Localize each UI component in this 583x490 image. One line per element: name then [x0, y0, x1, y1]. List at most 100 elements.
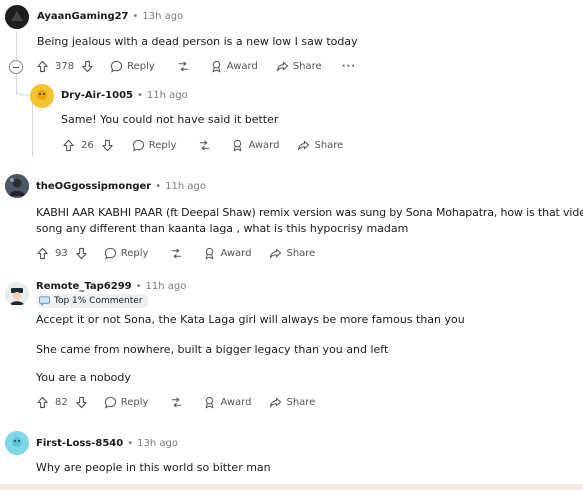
downvote-icon: [76, 247, 87, 259]
share-button[interactable]: Share: [276, 60, 322, 73]
share-to-button[interactable]: [170, 247, 183, 260]
comment-actions: 93 Reply Award Share: [36, 245, 315, 261]
share-label: Share: [314, 139, 344, 151]
comment-paragraph: Accept it or not Sona, the Kata Laga gir…: [36, 313, 465, 326]
flair-label: Top 1% Commenter: [54, 296, 143, 306]
award-button[interactable]: Award: [210, 60, 258, 73]
downvote-button[interactable]: [81, 60, 94, 73]
page-bottom-edge: [0, 484, 583, 490]
vote-count: 82: [55, 396, 68, 408]
comment-text: Why are people in this world so bitter m…: [36, 461, 271, 474]
share-to-button[interactable]: [177, 60, 190, 73]
comment-text: Being jealous with a dead person is a ne…: [37, 35, 358, 48]
vote-count: 93: [55, 247, 68, 259]
share-to-button[interactable]: [198, 139, 211, 152]
reply-connector: [16, 84, 30, 96]
timestamp[interactable]: 13h ago: [142, 11, 183, 22]
share-button[interactable]: Share: [297, 139, 343, 152]
comment-actions: 378 Reply Award Share ···: [36, 58, 356, 74]
award-label: Award: [226, 60, 258, 72]
downvote-button[interactable]: [75, 247, 88, 260]
award-button[interactable]: Award: [231, 139, 279, 152]
username[interactable]: First-Loss-8540: [36, 438, 123, 449]
crosspost-icon: [172, 396, 182, 408]
share-button[interactable]: Share: [269, 247, 315, 260]
downvote-button[interactable]: [101, 139, 114, 152]
crosspost-icon: [178, 60, 188, 72]
crosspost-icon: [200, 139, 210, 151]
share-label: Share: [286, 396, 316, 408]
avatar[interactable]: [5, 282, 29, 306]
upvote-button[interactable]: [36, 60, 49, 73]
share-icon: [276, 61, 288, 71]
share-icon: [270, 397, 282, 407]
reply-button[interactable]: Reply: [104, 247, 149, 260]
reply-label: Reply: [120, 396, 149, 408]
upvote-icon: [37, 247, 48, 259]
thread-line: [32, 96, 33, 156]
share-to-button[interactable]: [170, 396, 183, 409]
comment-actions: 82 Reply Award Share: [36, 394, 315, 410]
share-label: Share: [286, 247, 316, 259]
comment-text-line: song any different than kaanta laga , wh…: [36, 222, 409, 235]
share-button[interactable]: Share: [269, 396, 315, 409]
upvote-button[interactable]: [62, 139, 75, 152]
award-button[interactable]: Award: [203, 247, 251, 260]
username[interactable]: theOGgossipmonger: [36, 181, 151, 192]
separator: •: [127, 438, 134, 449]
reply-label: Reply: [148, 139, 177, 151]
reply-label: Reply: [127, 60, 155, 72]
award-icon: [205, 247, 214, 259]
downvote-icon: [102, 139, 113, 151]
downvote-icon: [82, 60, 93, 72]
share-label: Share: [292, 60, 322, 72]
timestamp[interactable]: 13h ago: [137, 438, 178, 449]
upvote-icon: [37, 396, 48, 408]
upvote-button[interactable]: [36, 247, 49, 260]
avatar[interactable]: [5, 174, 29, 198]
crosspost-icon: [172, 247, 182, 259]
downvote-icon: [76, 396, 87, 408]
share-icon: [298, 140, 310, 150]
share-icon: [270, 248, 282, 258]
username[interactable]: Dry-Air-1005: [61, 90, 133, 101]
separator: •: [155, 181, 162, 192]
reply-icon: [104, 396, 116, 409]
reply-label: Reply: [120, 247, 149, 259]
separator: •: [135, 281, 142, 292]
upvote-button[interactable]: [36, 396, 49, 409]
avatar[interactable]: [5, 5, 29, 29]
upvote-icon: [37, 60, 48, 72]
comment-text: Same! You could not have said it better: [61, 113, 279, 126]
timestamp[interactable]: 11h ago: [165, 181, 206, 192]
award-label: Award: [220, 247, 252, 259]
avatar[interactable]: [5, 431, 29, 455]
reply-button[interactable]: Reply: [110, 60, 155, 73]
comment-paragraph: You are a nobody: [36, 371, 131, 384]
downvote-button[interactable]: [75, 396, 88, 409]
avatar[interactable]: [30, 84, 54, 108]
more-options-button[interactable]: ···: [342, 61, 356, 72]
comment-paragraph: She came from nowhere, built a bigger le…: [36, 343, 389, 356]
upvote-icon: [63, 139, 74, 151]
award-icon: [233, 139, 242, 151]
comment-actions: 26 Reply Award Share: [62, 137, 343, 153]
username[interactable]: Remote_Tap6299: [36, 281, 132, 292]
award-icon: [205, 396, 214, 408]
vote-count: 26: [81, 139, 94, 151]
user-flair-badge: Top 1% Commenter: [36, 294, 149, 308]
reply-icon: [104, 247, 116, 260]
reply-icon: [110, 60, 123, 73]
reply-button[interactable]: Reply: [104, 396, 149, 409]
vote-count: 378: [55, 60, 75, 72]
award-icon: [212, 60, 221, 72]
separator: •: [132, 11, 139, 22]
award-button[interactable]: Award: [203, 396, 251, 409]
username[interactable]: AyaanGaming27: [37, 11, 129, 22]
timestamp[interactable]: 11h ago: [146, 281, 187, 292]
timestamp[interactable]: 11h ago: [147, 90, 188, 101]
thread-line: [16, 32, 17, 60]
collapse-thread-button[interactable]: [9, 60, 23, 74]
reply-button[interactable]: Reply: [132, 139, 177, 152]
reply-icon: [132, 139, 144, 152]
